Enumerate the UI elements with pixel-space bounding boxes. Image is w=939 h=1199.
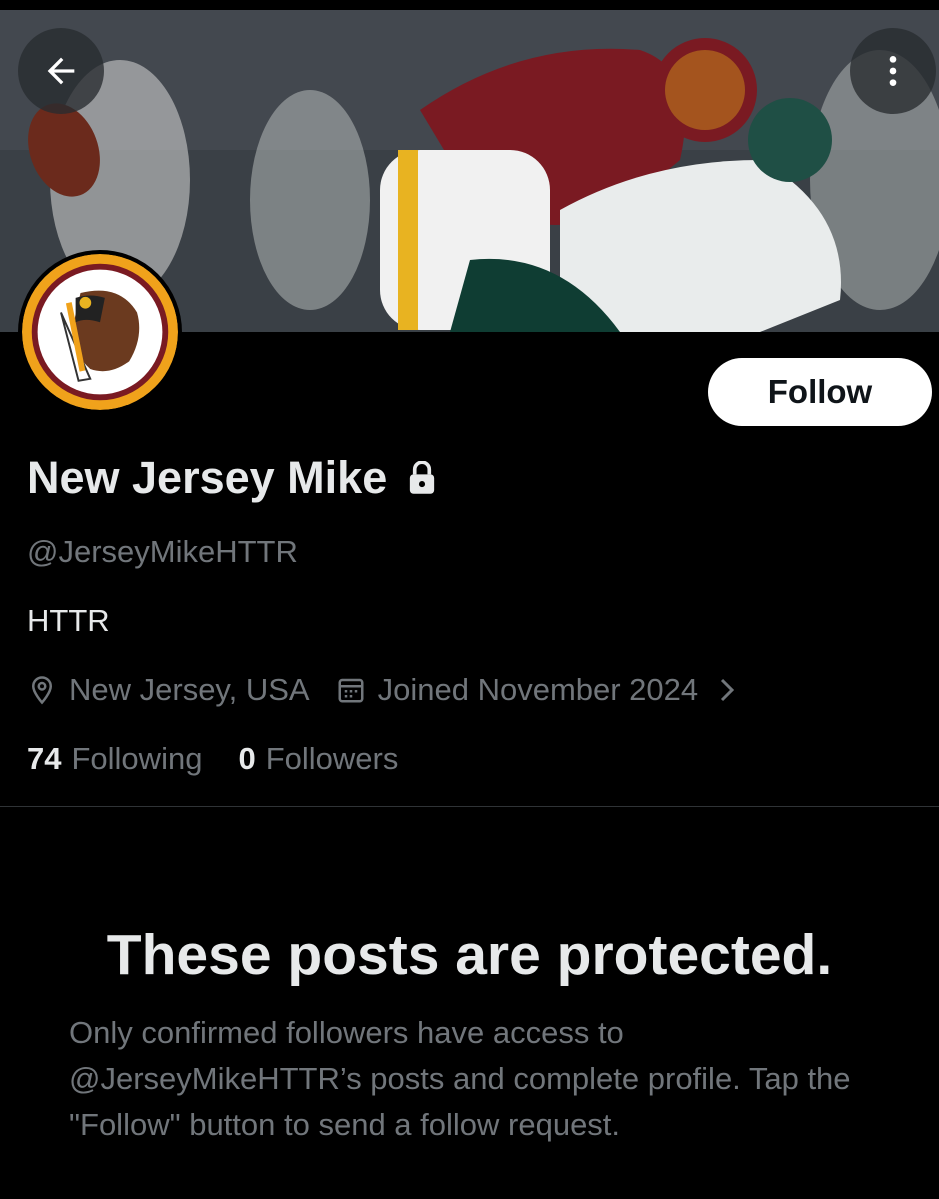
display-name: New Jersey Mike (27, 452, 388, 503)
profile-avatar[interactable] (18, 250, 182, 414)
profile-name-row: New Jersey Mike (27, 452, 437, 504)
lock-icon (407, 461, 437, 495)
more-vertical-icon (889, 56, 897, 86)
following-stat[interactable]: 74 Following (27, 741, 202, 777)
joined-text: Joined November 2024 (377, 672, 699, 707)
calendar-icon (338, 678, 364, 703)
chevron-right-icon (716, 675, 750, 705)
followers-count: 0 (238, 741, 256, 776)
following-count: 74 (27, 741, 62, 776)
section-divider (0, 806, 939, 807)
location-pin-icon (31, 676, 53, 705)
location-text: New Jersey, USA (69, 672, 310, 707)
followers-label: Followers (265, 741, 399, 776)
back-button[interactable] (18, 28, 104, 114)
avatar-logo-image (22, 254, 178, 410)
follow-button[interactable]: Follow (708, 358, 932, 426)
followers-stat[interactable]: 0 Followers (238, 741, 398, 777)
more-options-button[interactable] (850, 28, 936, 114)
location-item: New Jersey, USA (27, 672, 310, 708)
profile-bio: HTTR (27, 603, 110, 638)
following-label: Following (71, 741, 203, 776)
arrow-left-icon (47, 57, 75, 85)
protected-title: These posts are protected. (106, 923, 833, 987)
joined-item[interactable]: Joined November 2024 (336, 672, 751, 708)
profile-handle: @JerseyMikeHTTR (27, 534, 298, 569)
profile-stats: 74 Following 0 Followers (27, 741, 398, 777)
protected-body: Only confirmed followers have access to … (69, 1015, 851, 1142)
profile-meta: New Jersey, USA Joined November 2024 (27, 672, 750, 708)
